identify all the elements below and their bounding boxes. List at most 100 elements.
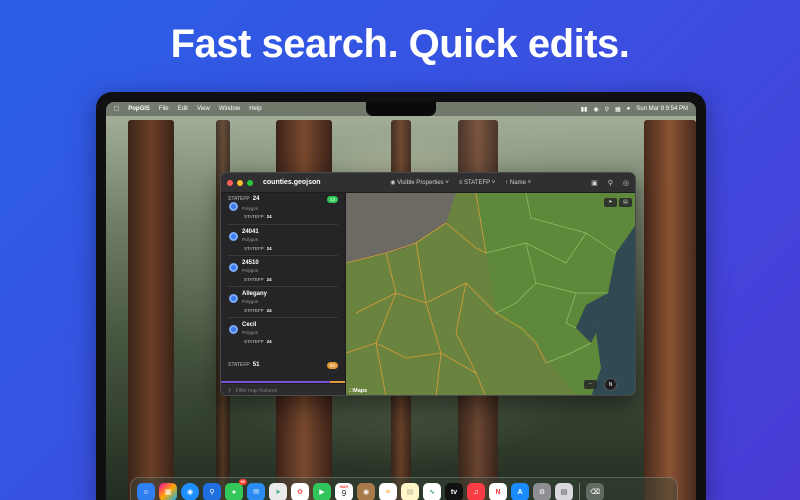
group-key: STATEFP [228,196,250,202]
feature-type: Polygon [242,330,259,335]
search-icon: ⚲ [228,387,232,394]
maps-icon[interactable]: ➤ [269,483,287,500]
menu-clock[interactable]: Sun Mar 9 9:54 PM [636,106,688,112]
title-bar: counties.geojson ◉ Visible Properties ˅ … [221,173,635,193]
polygon-icon [229,232,238,241]
group-count-badge: 83 [326,361,338,369]
battery-icon[interactable]: ▮▮ [581,106,588,113]
notes-icon[interactable]: ▤ [401,483,419,500]
map-view[interactable]: ➤ ▤ − N Maps [346,193,635,395]
polygon-icon [229,202,238,211]
list-item[interactable]: Allegany Polygon STATEFP 24 [228,287,338,318]
sort-arrow-icon: ↑ [505,179,509,186]
feature-name: Allegany [242,291,268,297]
minimize-button[interactable] [237,179,243,186]
feature-property: STATEFP 24 [244,308,272,313]
filter-field[interactable]: ⚲ Filter map features [221,383,345,395]
wifi-icon[interactable]: ◉ [593,106,598,113]
list-item[interactable]: Polygon STATEFP 24 [228,202,338,225]
location-button[interactable]: ➤ [604,198,617,207]
search-icon[interactable]: ⚲ [605,106,609,113]
map-mode-button[interactable]: ▤ [619,198,632,207]
list-item[interactable]: 24041 Polygon STATEFP 24 [228,225,338,256]
siri-icon[interactable]: ● [627,106,631,112]
feature-name: Cecil [242,322,257,328]
feature-type: Polygon [242,237,259,242]
contacts-icon[interactable]: ◉ [357,483,375,500]
toolbar-icons: ▣ ⚲ ◎ [591,179,629,187]
group-by-button[interactable]: ≡ STATEFP ˅ [459,180,495,186]
pin-icon[interactable]: ⚲ [608,179,613,187]
freeform-icon[interactable]: ∿ [423,483,441,500]
tv-icon[interactable]: tv [445,483,463,500]
laptop-frame:  PopGIS File Edit View Window Help ▮▮ ◉… [96,92,706,500]
calendar-icon[interactable]: MAR 9 [335,483,353,500]
calendar-day: 9 [341,488,347,498]
maps-attribution: Maps [349,388,367,394]
visible-properties-button[interactable]: ◉ Visible Properties ˅ [390,179,449,186]
globe-icon[interactable]: ◎ [623,179,629,187]
filter-placeholder: Filter map features [235,387,278,394]
feature-type: Polygon [242,206,259,211]
sort-label: Name [509,179,526,186]
feature-name: 24041 [242,229,259,235]
messages-badge: 99 [238,479,247,485]
control-center-icon[interactable]: ▦ [615,106,621,113]
photos-icon[interactable]: ✿ [291,483,309,500]
polygon-icon [229,294,238,303]
feature-property: STATEFP 24 [244,246,272,251]
polygon-icon [229,325,238,334]
tree-trunk [128,120,174,500]
window-controls [227,179,253,186]
map-icon[interactable]: ▣ [591,179,598,187]
list-item[interactable]: 24510 Polygon STATEFP 24 [228,256,338,287]
feature-property: STATEFP 24 [244,339,272,344]
chevron-down-icon: ˅ [491,179,496,186]
zoom-control[interactable]: − [584,380,597,389]
finder-icon[interactable]: ☺ [137,483,155,500]
music-icon[interactable]: ♫ [467,483,485,500]
popgis-icon[interactable]: ⚲ [203,483,221,500]
chevron-down-icon: ˅ [527,179,532,186]
preview-icon[interactable]: ▤ [555,483,573,500]
group-key: STATEFP [228,362,250,368]
news-icon[interactable]: N [489,483,507,500]
menu-window[interactable]: Window [219,106,240,112]
group-header[interactable]: STATEFP 24 13 [221,193,345,205]
visible-properties-label: Visible Properties [397,180,444,186]
group-value: 51 [252,362,260,368]
list-icon: ≡ [458,179,463,186]
camera-notch [366,102,436,116]
eye-icon: ◉ [390,180,396,186]
menu-edit[interactable]: Edit [178,106,188,112]
list-item[interactable]: Cecil Polygon STATEFP 24 [228,318,338,349]
document-title: counties.geojson [263,179,321,186]
feature-property: STATEFP 24 [244,214,272,219]
chevron-down-icon: ˅ [445,180,449,186]
reminders-icon[interactable]: ≡ [379,483,397,500]
messages-icon[interactable]: ● 99 [225,479,247,500]
menu-help[interactable]: Help [249,106,261,112]
zoom-button[interactable] [247,179,253,186]
trash-icon[interactable]: ⌫ [586,483,604,500]
county-map [346,193,635,395]
facetime-icon[interactable]: ▶ [313,483,331,500]
dock: ☺ ▦ ◉ ⚲ ● 99 ✉ ➤ ✿ ▶ MAR 9 ◉ ≡ ▤ ∿ tv ♫ N… [130,477,678,500]
group-header[interactable]: STATEFP 51 83 [221,359,345,371]
feature-type: Polygon [242,299,259,304]
tree-trunk [644,120,696,500]
menu-app[interactable]: PopGIS [128,106,150,112]
mail-icon[interactable]: ✉ [247,483,265,500]
apple-icon[interactable]:  [114,106,119,113]
sort-button[interactable]: ↑ Name ˅ [505,180,531,186]
compass-icon[interactable]: N [604,378,617,391]
menu-file[interactable]: File [159,106,169,112]
system-settings-icon[interactable]: ⚙ [533,483,551,500]
launchpad-icon[interactable]: ▦ [159,483,177,500]
app-store-icon[interactable]: A [511,483,529,500]
close-button[interactable] [227,179,233,186]
window-body: STATEFP 24 13 Polygon STATEFP 24 24041 Po… [221,193,635,395]
safari-icon[interactable]: ◉ [181,483,199,500]
menu-view[interactable]: View [197,106,210,112]
feature-property: STATEFP 24 [244,277,272,282]
